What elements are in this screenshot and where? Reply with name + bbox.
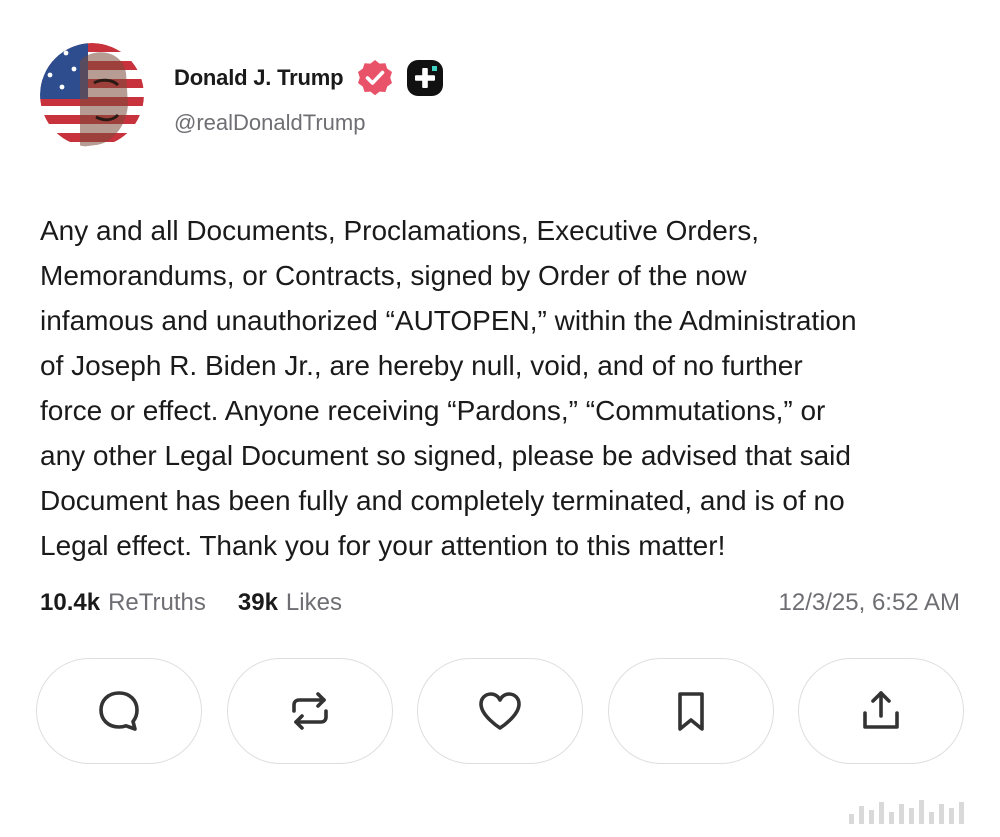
heart-icon	[479, 692, 521, 730]
avatar[interactable]	[40, 43, 144, 147]
watermark-bar	[959, 802, 964, 824]
stats-row: 10.4k ReTruths 39k Likes 12/3/25, 6:52 A…	[40, 586, 960, 620]
reply-button[interactable]	[36, 658, 202, 764]
flag-portrait-avatar-icon	[40, 43, 144, 147]
bookmark-icon	[677, 692, 704, 731]
watermark-bar	[929, 812, 934, 824]
watermark-bar	[949, 808, 954, 824]
watermark-bar	[889, 812, 894, 824]
retruth-button[interactable]	[226, 658, 393, 764]
watermark-bar	[939, 804, 944, 824]
retruths-label: ReTruths	[108, 589, 206, 616]
comment-icon	[99, 691, 139, 731]
share-icon	[863, 691, 899, 729]
truth-plus-icon	[407, 60, 444, 96]
retruths-stat[interactable]: 10.4k ReTruths	[40, 589, 206, 617]
watermark-bars	[849, 798, 964, 824]
watermark-bar	[919, 800, 924, 824]
verified-badge-icon	[358, 60, 393, 96]
watermark-bar	[899, 804, 904, 824]
likes-count: 39k	[237, 589, 278, 616]
author-name-row: Donald J. Trump	[174, 58, 445, 98]
watermark-bar	[849, 814, 854, 824]
post-timestamp: 12/3/25, 6:52 AM	[778, 589, 960, 616]
likes-label: Likes	[285, 589, 342, 616]
bookmark-button[interactable]	[607, 658, 774, 764]
retruths-count: 10.4k	[40, 589, 101, 616]
author-display-name[interactable]: Donald J. Trump	[174, 65, 344, 91]
likes-stat[interactable]: 39k Likes	[238, 589, 342, 617]
share-button[interactable]	[798, 658, 964, 764]
watermark-bar	[869, 810, 874, 824]
like-button[interactable]	[417, 658, 583, 764]
post-card: Donald J. Trump @realDonaldTrump Any and…	[0, 0, 1000, 837]
action-bar	[36, 658, 964, 766]
watermark-bar	[879, 802, 884, 824]
watermark-bar	[859, 806, 864, 824]
post-body-text: Any and all Documents, Proclamations, Ex…	[40, 215, 857, 561]
repost-icon	[291, 692, 328, 730]
author-handle[interactable]: @realDonaldTrump	[174, 110, 365, 136]
watermark-bar	[909, 808, 914, 824]
